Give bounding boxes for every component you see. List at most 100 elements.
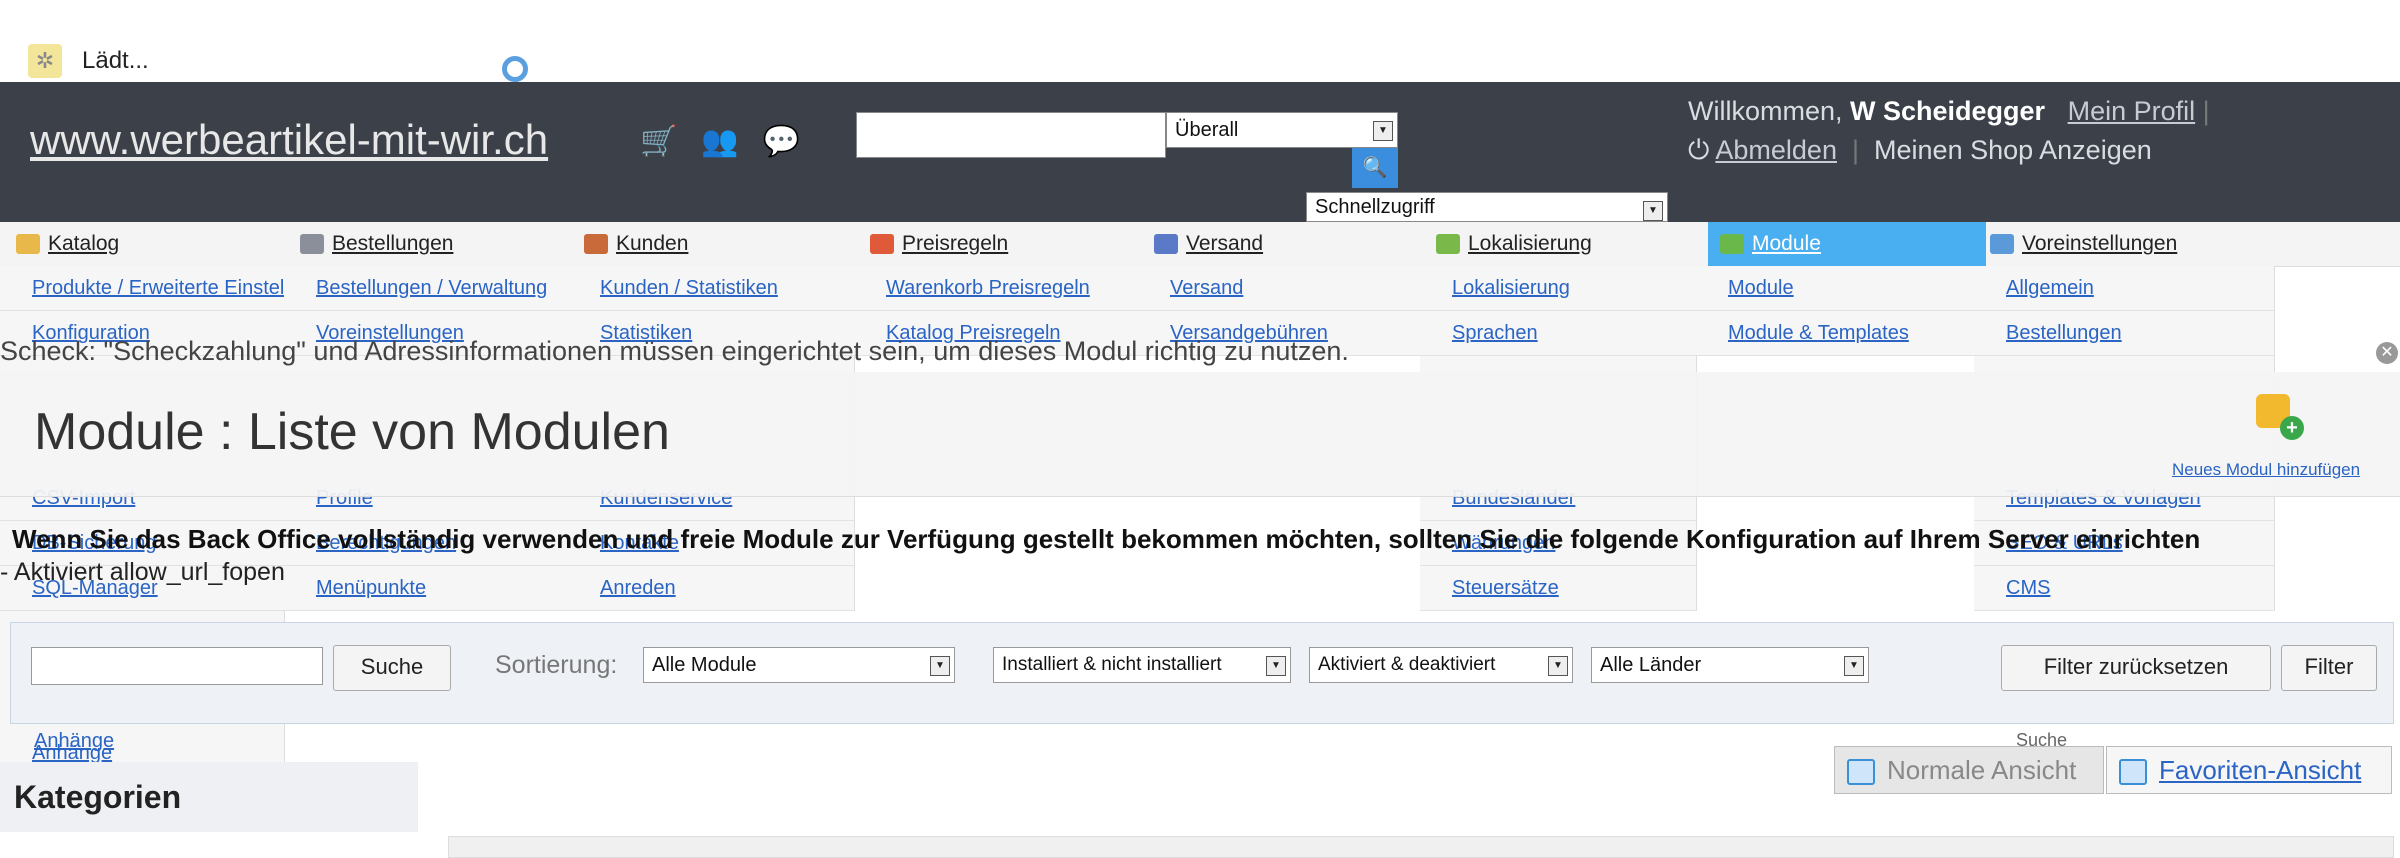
tab-label: Module <box>1752 232 1821 255</box>
tab-versand-icon <box>1154 234 1178 254</box>
favorites-view-button[interactable]: Favoriten-Ansicht <box>2106 746 2392 794</box>
tab-preisregeln[interactable]: Preisregeln <box>870 222 1140 266</box>
welcome-area: Willkommen, W Scheidegger Mein Profil | … <box>1688 96 2210 165</box>
server-warning: Wenn Sie das Back Office vollständig ver… <box>12 524 2201 554</box>
loading-text: Lädt... <box>82 47 149 74</box>
submenu-item[interactable]: Sprachen <box>1420 311 1696 356</box>
tab-katalog[interactable]: Katalog <box>16 222 286 266</box>
chevron-down-icon: ▼ <box>930 656 950 676</box>
search-scope-select[interactable]: Überall ▼ <box>1166 112 1398 148</box>
search-input[interactable] <box>856 112 1166 158</box>
cart-icon[interactable]: 🛒 <box>640 124 677 159</box>
submenu-item[interactable]: Lokalisierung <box>1420 266 1696 311</box>
tab-label: Preisregeln <box>902 232 1009 255</box>
welcome-text: Willkommen, <box>1688 96 1843 126</box>
submenu-item[interactable]: Warenkorb Preisregeln <box>854 266 1138 311</box>
filter-bar: Suche Sortierung: Alle Module ▼ Installi… <box>10 622 2394 724</box>
search-scope-value: Überall <box>1175 119 1239 141</box>
tab-module-icon <box>1720 234 1744 254</box>
tab-voreinstellungen[interactable]: Voreinstellungen <box>1990 222 2260 266</box>
submenu-item[interactable]: Allgemein <box>1974 266 2274 311</box>
tab-versand[interactable]: Versand <box>1154 222 1424 266</box>
module-list-header <box>448 836 2394 858</box>
tab-lokalisierung-icon <box>1436 234 1460 254</box>
normal-view-label: Normale Ansicht <box>1887 755 2077 785</box>
sort-label: Sortierung: <box>495 651 618 679</box>
quick-access-value: Schnellzugriff <box>1315 196 1435 218</box>
tab-label: Katalog <box>48 232 120 255</box>
search-icon: 🔍 <box>1362 157 1388 179</box>
user-name: W Scheidegger <box>1850 96 2046 126</box>
submenu-item[interactable]: Versand <box>1138 266 1420 311</box>
sort-select[interactable]: Alle Module ▼ <box>643 647 955 683</box>
chevron-down-icon: ▼ <box>1643 201 1663 221</box>
submenu-item[interactable]: Bestellungen / Verwaltung <box>284 266 568 311</box>
page-title: Module : Liste von Modulen <box>34 403 670 461</box>
active-value: Aktiviert & deaktiviert <box>1318 654 1496 675</box>
loading-indicator: ✲ Lädt... <box>28 36 149 86</box>
active-filter-select[interactable]: Aktiviert & deaktiviert ▼ <box>1309 647 1573 683</box>
install-filter-select[interactable]: Installiert & nicht installiert ▼ <box>993 647 1291 683</box>
sort-value: Alle Module <box>652 654 757 676</box>
tab-label: Versand <box>1186 232 1264 255</box>
tab-lokalisierung[interactable]: Lokalisierung <box>1436 222 1698 266</box>
search-submit-button[interactable]: Suche <box>333 645 451 691</box>
quick-access-select[interactable]: Schnellzugriff ▼ <box>1306 192 1668 222</box>
tab-kunden[interactable]: Kunden <box>584 222 854 266</box>
submenu-column: Module Module & Templates <box>1696 266 1975 356</box>
tab-label: Kunden <box>616 232 689 255</box>
normal-view-button[interactable]: Normale Ansicht <box>1834 746 2104 794</box>
install-value: Installiert & nicht installiert <box>1002 654 1222 675</box>
tab-label: Bestellungen <box>332 232 454 255</box>
reset-filter-button[interactable]: Filter zurücksetzen <box>2001 645 2271 691</box>
tab-bestellungen[interactable]: Bestellungen <box>300 222 570 266</box>
tab-preisregeln-icon <box>870 234 894 254</box>
search-button[interactable]: 🔍 <box>1352 148 1398 188</box>
tab-label: Lokalisierung <box>1468 232 1592 255</box>
categories-title: Kategorien <box>0 762 418 832</box>
chevron-down-icon: ▼ <box>1266 656 1286 676</box>
apply-filter-button[interactable]: Filter <box>2281 645 2377 691</box>
power-icon: ⏻ <box>1688 135 1710 165</box>
close-icon[interactable]: ✕ <box>2376 342 2398 364</box>
favorites-view-label: Favoriten-Ansicht <box>2159 755 2362 785</box>
chat-icon[interactable]: 💬 <box>763 124 800 159</box>
submenu-item[interactable]: Bestellungen <box>1974 311 2274 356</box>
my-profile-link[interactable]: Mein Profil <box>2068 96 2196 126</box>
fopen-hint: - Aktiviert allow_url_fopen <box>0 558 285 586</box>
country-value: Alle Länder <box>1600 654 1702 676</box>
site-title-link[interactable]: www.werbeartikel-mit-wir.ch <box>30 116 548 164</box>
chevron-down-icon: ▼ <box>1373 121 1393 141</box>
country-filter-select[interactable]: Alle Länder ▼ <box>1591 647 1869 683</box>
add-module-icon[interactable] <box>2256 394 2304 440</box>
tab-label: Voreinstellungen <box>2022 232 2178 255</box>
users-icon[interactable]: 👥 <box>701 124 738 159</box>
submenu-item[interactable]: Kunden / Statistiken <box>568 266 854 311</box>
normal-view-icon <box>1847 759 1875 786</box>
tab-bestellungen-icon <box>300 234 324 254</box>
submenu-item[interactable]: Anreden <box>568 566 854 611</box>
submenu-item[interactable]: Produkte / Erweiterte Einstellungen <box>0 266 284 311</box>
submenu-item[interactable]: Menüpunkte <box>284 566 568 611</box>
favorites-view-icon <box>2119 759 2147 786</box>
tab-kunden-icon <box>584 234 608 254</box>
submenu-item[interactable]: Module <box>1696 266 1974 311</box>
view-shop-link[interactable]: Meinen Shop Anzeigen <box>1874 135 2152 165</box>
submenu-item[interactable]: Module & Templates <box>1696 311 1974 356</box>
chevron-down-icon: ▼ <box>1548 656 1568 676</box>
loading-spinner-icon: ✲ <box>28 44 62 78</box>
module-search-input[interactable] <box>31 647 323 685</box>
scheck-notice: Scheck: "Scheckzahlung" und Adressinform… <box>0 336 1349 366</box>
new-module-link[interactable]: Neues Modul hinzufügen <box>2172 460 2360 480</box>
tab-voreinstellungen-icon <box>1990 234 2014 254</box>
chevron-down-icon: ▼ <box>1844 656 1864 676</box>
sidebar-item-anhaenge[interactable]: Anhänge <box>34 730 114 753</box>
loading-ring-icon <box>502 56 528 82</box>
submenu-item[interactable]: Steuersätze <box>1420 566 1696 611</box>
header-icons: 🛒 👥 💬 <box>640 124 800 159</box>
page-title-box: Module : Liste von Modulen Neues Modul h… <box>0 372 2400 497</box>
logout-link[interactable]: Abmelden <box>1715 135 1837 165</box>
submenu-item[interactable]: CMS <box>1974 566 2274 611</box>
tab-katalog-icon <box>16 234 40 254</box>
tab-module[interactable]: Module <box>1708 222 1986 266</box>
